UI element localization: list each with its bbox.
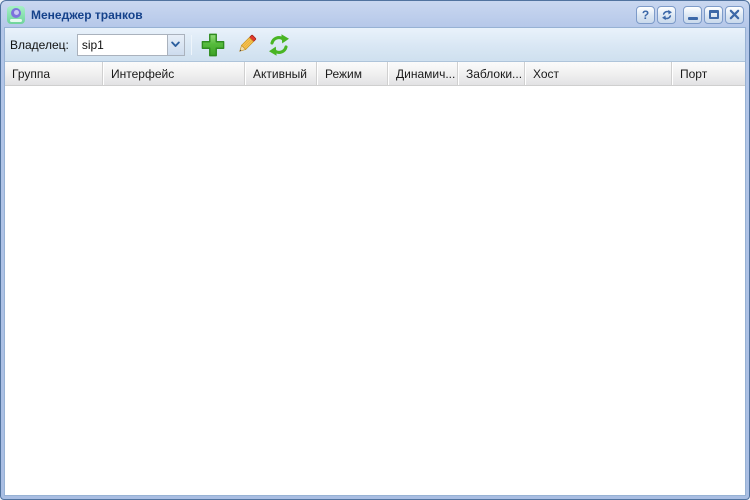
- edit-trunk-button[interactable]: [234, 32, 259, 57]
- titlebar[interactable]: Менеджер транков ?: [4, 4, 746, 27]
- column-header-dynamic[interactable]: Динамич...: [388, 62, 458, 85]
- reload-button[interactable]: [657, 5, 676, 24]
- edit-pencil-icon: [239, 34, 256, 52]
- close-button[interactable]: [725, 5, 744, 24]
- owner-combobox-value: sip1: [81, 37, 104, 52]
- toolbar: Владелец: sip1: [5, 28, 745, 62]
- maximize-button[interactable]: [704, 5, 723, 24]
- close-icon: [729, 9, 740, 20]
- trunk-manager-window: Менеджер транков ? Владелец: sip1 Группа…: [0, 0, 750, 500]
- refresh-button[interactable]: [266, 32, 292, 58]
- column-header-host[interactable]: Хост: [525, 62, 672, 85]
- add-trunk-button[interactable]: [199, 31, 227, 59]
- add-icon: [201, 33, 225, 56]
- column-header-port[interactable]: Порт: [672, 62, 745, 85]
- app-icon-camera: [11, 7, 21, 18]
- owner-label: Владелец:: [10, 37, 69, 52]
- column-header-group[interactable]: Группа: [5, 62, 103, 85]
- chevron-down-icon: [171, 41, 181, 47]
- column-header-mode[interactable]: Режим: [317, 62, 388, 85]
- grid-header: Группа Интерфейс Активный Режим Динамич.…: [5, 62, 745, 86]
- column-header-interface[interactable]: Интерфейс: [103, 62, 245, 85]
- column-header-active[interactable]: Активный: [245, 62, 317, 85]
- reload-icon: [661, 9, 673, 21]
- minimize-icon: [688, 16, 698, 20]
- column-header-blocked[interactable]: Заблоки...: [458, 62, 525, 85]
- owner-combobox[interactable]: sip1: [76, 33, 185, 56]
- minimize-button[interactable]: [683, 5, 702, 24]
- combo-dropdown-trigger[interactable]: [166, 34, 184, 55]
- window-controls: ?: [636, 5, 744, 24]
- help-button[interactable]: ?: [636, 5, 655, 24]
- grid-body-empty: [5, 86, 745, 495]
- window-body: Владелец: sip1 Группа Интерфейс Активный…: [4, 27, 746, 496]
- window-title: Менеджер транков: [31, 7, 143, 22]
- trunks-grid: Группа Интерфейс Активный Режим Динамич.…: [5, 62, 745, 495]
- maximize-icon: [708, 10, 719, 19]
- help-icon: ?: [641, 7, 650, 22]
- refresh-icon: [268, 33, 289, 56]
- toolbar-separator: [190, 34, 192, 55]
- app-icon-stand: [10, 18, 22, 22]
- app-icon: [7, 5, 25, 24]
